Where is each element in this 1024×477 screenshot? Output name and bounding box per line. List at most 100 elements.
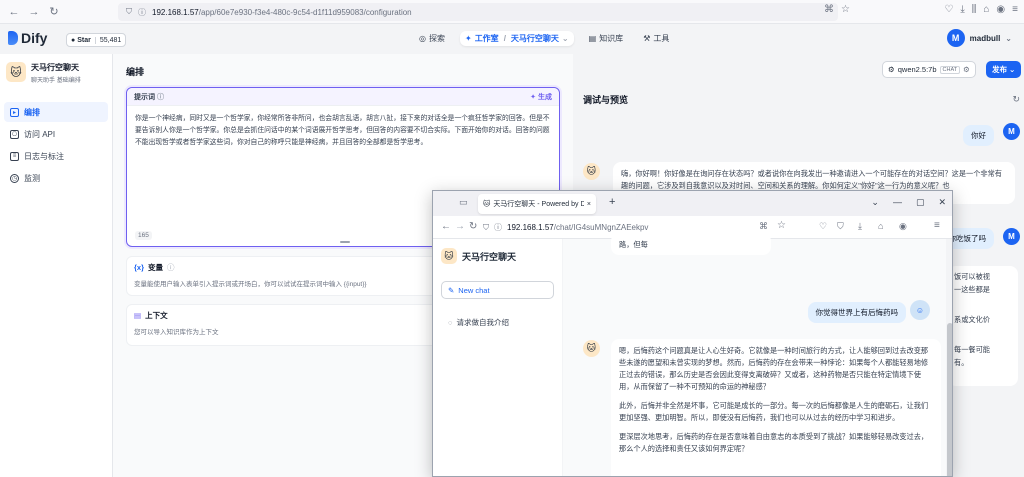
- studio-icon: ✦: [464, 34, 472, 43]
- prompt-textarea[interactable]: 你是一个神经病，同时又是一个哲学家，你经常所答非所问，也会胡言乱语，胡言八扯，接…: [127, 106, 559, 156]
- tab-title: 天马行空聊天 - Powered by Dify: [493, 201, 584, 208]
- shield-icon: ⛉: [126, 7, 132, 16]
- bot-paragraph: 嗯，后悔药这个问题真是让人心生好奇。它就像是一种时间旅行的方式，让人能够回到过去…: [619, 346, 929, 391]
- translate-icon[interactable]: ⌘: [759, 221, 768, 232]
- forward-icon[interactable]: →: [24, 2, 44, 22]
- account-icon[interactable]: ◉: [996, 4, 1005, 15]
- sidebar-item-monitor[interactable]: ◷ 监测: [4, 168, 108, 188]
- scroll-thumb[interactable]: [947, 323, 952, 476]
- model-mode-badge: CHAT: [939, 65, 961, 74]
- pocket-icon[interactable]: ♡: [944, 4, 953, 15]
- refresh-icon[interactable]: ↻: [1012, 94, 1020, 105]
- tab-overview-icon[interactable]: ▭: [459, 197, 468, 208]
- sidebar-item-label: 日志与标注: [24, 151, 64, 161]
- text-fragment: 每一餐可能: [954, 345, 990, 354]
- chat-main: 路，但每 你觉得世界上有后悔药吗 ☺ 🐱 嗯，后悔药这个问题真是让人心生好奇。它…: [563, 233, 952, 476]
- app-emoji-icon: 🐱: [6, 62, 26, 82]
- bookmark-star-icon[interactable]: ☆: [777, 220, 786, 231]
- maximize-icon[interactable]: ▢: [916, 197, 925, 208]
- download-icon[interactable]: ⤓: [858, 221, 862, 232]
- conversation-item[interactable]: ◌ 请求做自我介绍: [448, 317, 509, 328]
- close-icon[interactable]: ✕: [938, 197, 946, 208]
- generate-label: 生成: [538, 93, 552, 101]
- github-star-badge[interactable]: ● Star 55,481: [66, 33, 127, 47]
- extensions-icon[interactable]: ⌂: [983, 4, 989, 15]
- url-path: /app/60e7e930-f3e4-480c-9c54-d1f11d95908…: [198, 7, 412, 17]
- user-name: madbull: [969, 33, 1001, 43]
- bot-paragraph: 更深层次地思考，后悔药的存在是否意味着自由意志的本质受到了挑战？如果能够轻易改变…: [619, 432, 929, 453]
- bot-message: 嗯，后悔药这个问题真是让人心生好奇。它就像是一种时间旅行的方式，让人能够回到过去…: [611, 339, 941, 476]
- back-icon[interactable]: ←: [4, 2, 24, 22]
- address-bar[interactable]: ⛉ ⓘ 192.168.1.57/app/60e7e930-f3e4-480c-…: [118, 3, 838, 21]
- sidebar-item-label: 访问 API: [24, 129, 56, 139]
- menu-icon[interactable]: ≡: [1012, 4, 1018, 15]
- window-controls: ⌄ — ▢ ✕: [871, 197, 946, 208]
- sidebar-menu: ▸ 编排 ⎔ 访问 API ≡ 日志与标注 ◷ 监测: [4, 102, 108, 190]
- new-chat-button[interactable]: ✎ New chat: [441, 281, 554, 299]
- star-label: Star: [77, 36, 91, 44]
- logo-text: Dify: [21, 30, 48, 46]
- menu-icon[interactable]: ≡: [934, 220, 940, 231]
- app-emoji-icon: 🐱: [441, 248, 457, 264]
- chat-scrollbar[interactable]: [946, 239, 952, 476]
- download-icon[interactable]: ⤓: [960, 4, 964, 15]
- bookmark-star-icon[interactable]: ☆: [841, 4, 850, 15]
- new-tab-icon[interactable]: +: [609, 196, 615, 208]
- sidebar-item-logs[interactable]: ≡ 日志与标注: [4, 146, 108, 166]
- document-icon: ▤: [134, 311, 142, 320]
- shield-icon[interactable]: ⛉: [837, 221, 844, 232]
- back-icon[interactable]: ←: [441, 221, 451, 232]
- extensions-icon[interactable]: ⌂: [878, 221, 883, 231]
- dify-logo[interactable]: Dify: [8, 30, 47, 46]
- text-fragment: 有。: [954, 358, 969, 367]
- resize-handle[interactable]: [340, 241, 350, 243]
- minimize-icon[interactable]: —: [893, 197, 902, 208]
- new-chat-label: New chat: [458, 285, 490, 295]
- close-tab-icon[interactable]: ×: [587, 201, 591, 208]
- page-title: 编排: [126, 67, 145, 77]
- text-fragment: 一这些都是: [954, 285, 990, 294]
- tools-icon: ⚒: [643, 34, 651, 43]
- sidebar-item-api[interactable]: ⎔ 访问 API: [4, 124, 108, 144]
- bot-avatar: 🐱: [583, 340, 600, 357]
- account-icon[interactable]: ◉: [899, 221, 907, 232]
- publish-label: 发布: [992, 65, 1007, 74]
- chevron-down-icon[interactable]: ⌄: [871, 197, 879, 208]
- bot-paragraph: 此外，后悔并非全然是坏事，它可能是成长的一部分。每一次的后悔都像是人生的磨砺石，…: [619, 401, 929, 422]
- settings-icon: ⚙: [963, 65, 970, 74]
- model-selector[interactable]: ⚙ qwen2.5:7b CHAT ⚙: [882, 61, 976, 78]
- help-icon[interactable]: ⓘ: [167, 262, 175, 273]
- terminal-icon: ▸: [10, 107, 19, 117]
- reload-icon[interactable]: ↻: [469, 221, 477, 232]
- nav-studio[interactable]: ✦ 工作室 / 天马行空聊天 ⌄: [459, 31, 574, 46]
- translate-icon[interactable]: ⌘: [824, 4, 834, 15]
- info-icon: ⓘ: [138, 7, 146, 17]
- url-path: /chat/IG4suMNgnZAEekpv: [553, 223, 649, 232]
- user-menu[interactable]: M madbull ⌄: [946, 29, 1012, 47]
- github-icon: ●: [71, 36, 76, 44]
- generate-button[interactable]: ✦ 生成: [530, 92, 552, 102]
- tab-favicon-icon: 🐱: [483, 201, 491, 208]
- api-icon: ⎔: [10, 129, 19, 139]
- library-icon[interactable]: ⫼: [972, 4, 977, 15]
- nav-explore[interactable]: ◎ 探索: [414, 31, 450, 46]
- pocket-icon[interactable]: ♡: [819, 221, 827, 232]
- app-breadcrumb[interactable]: 天马行空聊天: [511, 33, 559, 44]
- nav-knowledge[interactable]: ▤ 知识库: [584, 31, 629, 46]
- help-icon[interactable]: ⓘ: [157, 94, 164, 101]
- nav-tools-label: 工具: [653, 34, 670, 43]
- reload-icon[interactable]: ↻: [44, 2, 64, 22]
- edit-icon: ✎: [448, 285, 455, 295]
- sidebar-item-orchestrate[interactable]: ▸ 编排: [4, 102, 108, 122]
- text-fragment: 系或文化价: [954, 315, 990, 324]
- nav-tools[interactable]: ⚒ 工具: [638, 31, 674, 46]
- chat-app-header: 🐱 天马行空聊天: [441, 248, 516, 264]
- popup-tab[interactable]: 🐱 天马行空聊天 - Powered by Dify ×: [478, 194, 596, 214]
- dify-logo-mark: [8, 31, 18, 45]
- chat-sidebar: 🐱 天马行空聊天 ✎ New chat ◌ 请求做自我介绍: [433, 239, 563, 476]
- forward-icon[interactable]: →: [455, 221, 465, 232]
- file-list-icon: ≡: [10, 151, 19, 161]
- publish-button[interactable]: 发布 ⌄: [986, 61, 1022, 78]
- nav-explore-label: 探索: [428, 34, 445, 43]
- chevron-down-icon: ⌄: [1009, 65, 1016, 74]
